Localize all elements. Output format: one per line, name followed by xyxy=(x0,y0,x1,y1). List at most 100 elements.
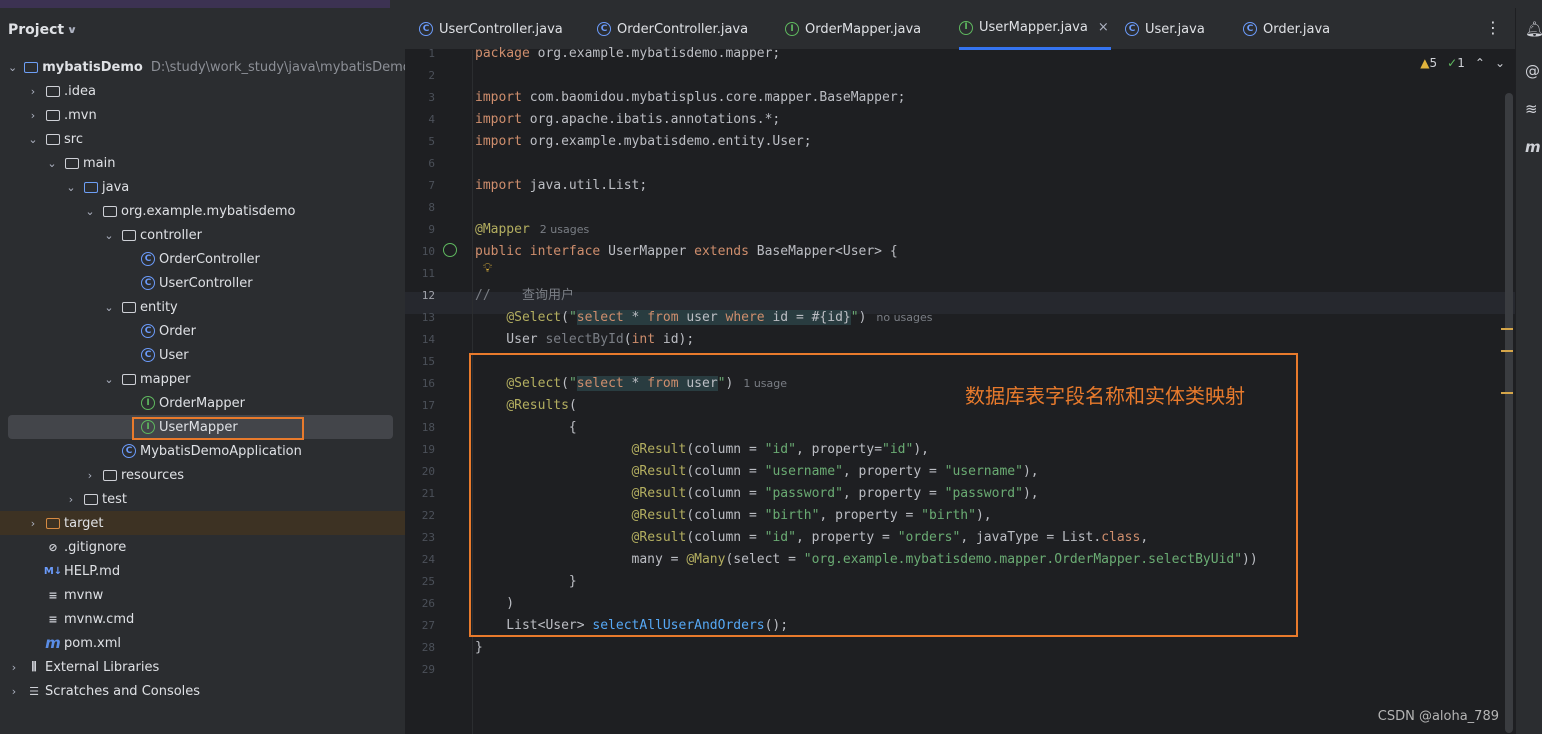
tree-item-label: .idea xyxy=(64,83,96,99)
code-token: import xyxy=(475,178,530,193)
tree-item[interactable]: ⊘ .gitignore xyxy=(0,535,405,559)
tree-item[interactable]: m pom.xml xyxy=(0,631,405,655)
warnings-count[interactable]: ▲5 xyxy=(1420,56,1437,70)
tree-item[interactable]: › ⫼ External Libraries xyxy=(0,655,405,679)
tree-item[interactable]: ⌄ java xyxy=(0,175,405,199)
tree-item[interactable]: C Order xyxy=(0,319,405,343)
tree-item-label: OrderController xyxy=(159,251,260,267)
tree-item[interactable]: › test xyxy=(0,487,405,511)
editor-tab[interactable]: I OrderMapper.java xyxy=(785,8,921,50)
editor-tab[interactable]: C User.java xyxy=(1125,8,1205,50)
warning-stripe-mark[interactable] xyxy=(1501,350,1513,352)
chevron-right-icon[interactable]: › xyxy=(84,469,96,482)
tree-item[interactable]: › resources xyxy=(0,463,405,487)
tree-item[interactable]: › target xyxy=(0,511,405,535)
tree-item[interactable]: › ☰ Scratches and Consoles xyxy=(0,679,405,703)
code-line[interactable]: import org.apache.ibatis.annotations.*; xyxy=(475,109,780,131)
chevron-down-icon[interactable]: ⌄ xyxy=(1495,56,1505,70)
warning-stripe-mark[interactable] xyxy=(1501,392,1513,394)
tree-item[interactable]: I OrderMapper xyxy=(0,391,405,415)
code-token: ) xyxy=(858,310,867,325)
lightbulb-icon[interactable]: 💡︎ xyxy=(483,261,492,276)
line-number: 15 xyxy=(421,355,435,368)
tree-item[interactable]: ⌄ mapper xyxy=(0,367,405,391)
chevron-right-icon[interactable]: › xyxy=(27,109,39,122)
editor-tab[interactable]: C Order.java xyxy=(1243,8,1330,50)
code-line[interactable]: @Select("select * from user where id = #… xyxy=(475,307,933,329)
code-line[interactable]: package org.example.mybatisdemo.mapper; xyxy=(475,43,780,65)
chevron-down-icon[interactable]: ⌄ xyxy=(84,205,96,218)
code-token: } xyxy=(475,640,483,655)
usage-hint[interactable]: no usages xyxy=(876,311,932,324)
chevron-right-icon[interactable]: › xyxy=(27,85,39,98)
tree-item[interactable]: ⌄ mybatisDemo D:\study\work_study\java\myb… xyxy=(0,55,411,79)
code-line[interactable]: @Mapper 2 usages xyxy=(475,219,589,241)
chevron-right-icon[interactable]: › xyxy=(65,493,77,506)
code-token: " xyxy=(850,310,859,325)
chevron-down-icon[interactable]: ⌄ xyxy=(103,301,115,314)
code-line[interactable]: import org.example.mybatisdemo.entity.Us… xyxy=(475,131,812,153)
chevron-down-icon[interactable]: ⌄ xyxy=(103,229,115,242)
code-line[interactable]: public interface UserMapper extends Base… xyxy=(475,241,898,263)
tree-item[interactable]: C UserController xyxy=(0,271,405,295)
code-token: User xyxy=(475,332,546,347)
editor-scrollbar[interactable] xyxy=(1505,93,1513,733)
chevron-down-icon[interactable]: ⌄ xyxy=(65,181,77,194)
chevron-down-icon[interactable]: ⌄ xyxy=(103,373,115,386)
tree-item-label: mybatisDemo xyxy=(42,59,143,75)
code-token: * xyxy=(623,310,648,325)
code-token: public interface xyxy=(475,244,609,259)
package-icon xyxy=(121,299,137,315)
maven-icon[interactable]: m xyxy=(1525,138,1542,156)
chevron-down-icon[interactable]: ⌄ xyxy=(27,133,39,146)
code-token: extends xyxy=(694,244,757,259)
code-line[interactable]: import com.baomidou.mybatisplus.core.map… xyxy=(475,87,905,109)
tree-item[interactable]: C OrderController xyxy=(0,247,405,271)
code-token: int xyxy=(631,332,663,347)
chevron-down-icon[interactable]: ⌄ xyxy=(46,157,58,170)
chevron-right-icon[interactable]: › xyxy=(8,661,20,674)
line-number: 22 xyxy=(421,509,435,522)
chevron-right-icon[interactable]: › xyxy=(27,517,39,530)
warning-stripe-mark[interactable] xyxy=(1501,328,1513,330)
text-file-icon: ≡ xyxy=(48,588,58,602)
tab-label: OrderMapper.java xyxy=(805,21,922,37)
code-line[interactable]: User selectById(int id); xyxy=(475,329,694,351)
tree-item[interactable]: ⌄ controller xyxy=(0,223,405,247)
tree-item[interactable]: ≡ mvnw xyxy=(0,583,405,607)
usage-hint[interactable]: 2 usages xyxy=(540,223,589,236)
code-token: ( xyxy=(623,332,632,347)
tree-item[interactable]: C MybatisDemoApplication xyxy=(0,439,405,463)
annotation-note: 数据库表字段名称和实体类映射 xyxy=(965,384,1245,408)
more-tabs-icon[interactable]: ⋮ xyxy=(1485,18,1501,37)
tree-item[interactable]: ≡ mvnw.cmd xyxy=(0,607,405,631)
close-icon[interactable]: × xyxy=(1098,20,1109,35)
notifications-icon[interactable]: 🔔︎ xyxy=(1525,20,1542,38)
inspection-widget[interactable]: ▲5 ✓1 ⌃ ⌄ xyxy=(1420,56,1505,70)
code-line[interactable]: import java.util.List; xyxy=(475,175,647,197)
tree-item[interactable]: ⌄ entity xyxy=(0,295,405,319)
tree-item[interactable]: › .idea xyxy=(0,79,405,103)
tree-item[interactable]: C User xyxy=(0,343,405,367)
tree-item[interactable]: ⌄ org.example.mybatisdemo xyxy=(0,199,405,223)
interface-icon: I xyxy=(140,395,156,411)
database-icon[interactable]: ≋ xyxy=(1525,100,1542,118)
class-icon: C xyxy=(1125,22,1139,36)
tree-item[interactable]: M↓ HELP.md xyxy=(0,559,405,583)
tree-item[interactable]: ⌄ main xyxy=(0,151,405,175)
excluded-folder-icon xyxy=(45,515,61,531)
chevron-up-icon[interactable]: ⌃ xyxy=(1475,56,1485,70)
chevron-down-icon[interactable]: ∨ xyxy=(67,25,78,36)
chevron-down-icon[interactable]: ⌄ xyxy=(8,61,17,74)
line-number: 24 xyxy=(421,553,435,566)
code-line[interactable]: // 查询用户 xyxy=(475,285,574,307)
project-panel-header[interactable]: Project ∨ xyxy=(8,20,78,40)
tree-item[interactable]: ⌄ src xyxy=(0,127,405,151)
ai-assistant-icon[interactable]: @ xyxy=(1525,62,1542,80)
editor-tab[interactable]: I UserMapper.java × xyxy=(959,8,1111,50)
code-line[interactable]: } xyxy=(475,637,483,659)
mybatis-bean-icon[interactable] xyxy=(443,243,457,257)
ok-count[interactable]: ✓1 xyxy=(1447,56,1465,70)
tree-item[interactable]: › .mvn xyxy=(0,103,405,127)
chevron-right-icon[interactable]: › xyxy=(8,685,20,698)
